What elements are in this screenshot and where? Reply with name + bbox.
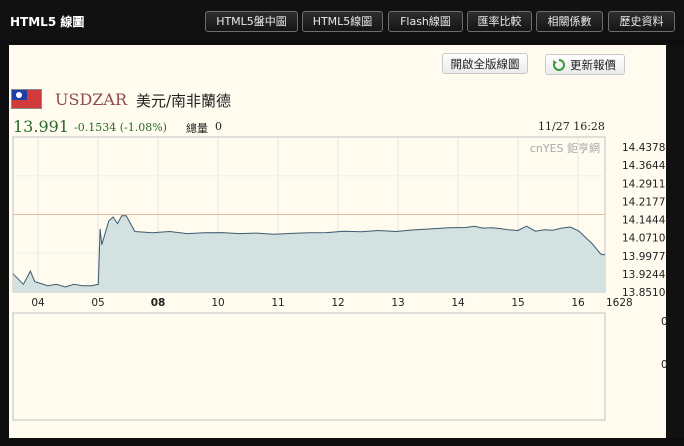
x-axis-tick-label: 10 bbox=[211, 297, 224, 309]
volume-axis-tick: 0 bbox=[661, 359, 668, 371]
price-chart[interactable]: cnYES 鉅亨網 14.4378 14.3644 14.2911 14.2177 14… bbox=[0, 0, 684, 446]
x-axis-tick-label: 12 bbox=[331, 297, 344, 309]
x-axis-tick-label: 13 bbox=[391, 297, 404, 309]
x-axis-tick-label: 14 bbox=[451, 297, 465, 309]
y-axis-tick-label: 14.0710 bbox=[622, 233, 665, 245]
x-axis-tick-label: 11 bbox=[271, 297, 284, 309]
y-axis-tick-label: 13.9977 bbox=[622, 251, 665, 263]
x-axis-tick-label: 04 bbox=[31, 297, 45, 309]
y-axis-tick-label: 13.9244 bbox=[622, 269, 666, 281]
volume-panel bbox=[12, 312, 606, 421]
watermark: cnYES 鉅亨網 bbox=[530, 141, 600, 155]
y-axis-tick-label: 14.2177 bbox=[622, 196, 665, 208]
y-axis-tick-label: 14.2911 bbox=[622, 178, 665, 190]
x-axis-tick-label: 08 bbox=[151, 297, 166, 309]
y-axis-tick-label: 14.3644 bbox=[622, 160, 666, 172]
x-axis-tick-label: 1628 bbox=[606, 297, 633, 309]
volume-axis-tick: 0 bbox=[661, 316, 668, 328]
x-axis-tick-label: 15 bbox=[511, 297, 524, 309]
x-axis-tick-label: 16 bbox=[571, 297, 585, 309]
x-axis-tick-label: 05 bbox=[91, 297, 104, 309]
y-axis-tick-label: 14.1444 bbox=[622, 215, 666, 227]
y-axis-tick-label: 14.4378 bbox=[622, 142, 665, 154]
